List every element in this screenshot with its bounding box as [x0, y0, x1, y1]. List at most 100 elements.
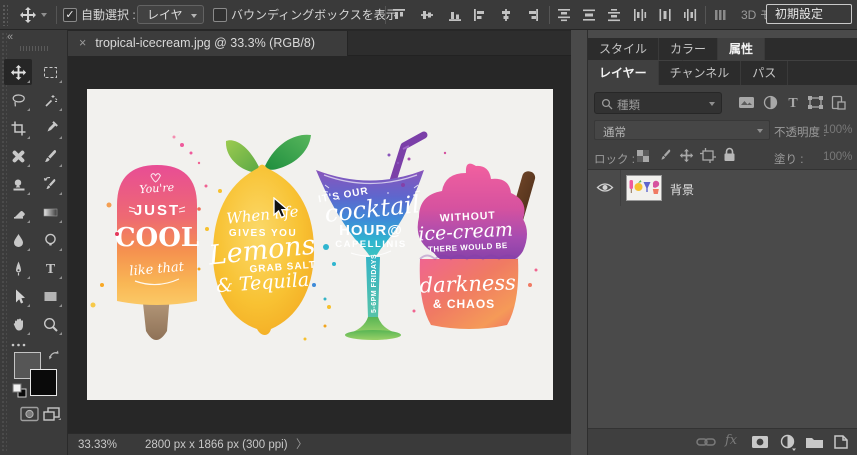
tab-close-icon[interactable]: × — [68, 36, 95, 50]
history-brush-tool[interactable] — [36, 171, 64, 197]
layer-filter-search[interactable]: 種類 — [594, 92, 722, 114]
dodge-tool[interactable] — [36, 227, 64, 253]
type-tool[interactable]: T — [36, 255, 64, 281]
fill-label: 塗り : — [774, 151, 803, 167]
tab-paths[interactable]: パス — [741, 61, 788, 85]
layer-style-fx-icon[interactable]: fx — [725, 433, 737, 448]
bounding-box-checkbox[interactable] — [213, 8, 227, 22]
zoom-level[interactable]: 33.33% — [78, 434, 117, 455]
blur-tool[interactable] — [4, 227, 32, 253]
toolbar-grip[interactable] — [20, 46, 50, 51]
document-tab-bar: ×tropical-icecream.jpg @ 33.3% (RGB/8) — [68, 31, 571, 56]
cocktail-illustration: IT'S OUR cocktail HOUR@ CAPELLINIS 5-6PM… — [312, 135, 434, 340]
path-select-tool[interactable] — [4, 283, 32, 309]
photoshop-window: ✓ 自動選択 : レイヤー バウンディングボックスを表示 3D モ 初期設定 « — [0, 0, 857, 455]
magic-wand-tool[interactable] — [36, 87, 64, 113]
layer-name[interactable]: 背景 — [670, 181, 694, 198]
layer-thumbnail[interactable] — [626, 175, 662, 201]
eraser-tool[interactable] — [4, 199, 32, 225]
new-layer-icon[interactable] — [833, 434, 849, 450]
panel-tabs-layers: レイヤーチャンネルパス — [588, 61, 857, 85]
crop-tool[interactable] — [4, 115, 32, 141]
gradient-tool[interactable] — [36, 199, 64, 225]
move-tool-icon[interactable] — [19, 6, 37, 29]
svg-text:T: T — [788, 96, 798, 110]
fill-value[interactable]: 100% — [823, 151, 852, 163]
lasso-tool[interactable] — [4, 87, 32, 113]
filter-image-icon[interactable] — [738, 95, 755, 115]
layer-row-background[interactable]: 背景 — [588, 170, 857, 206]
lemon-illustration: When life GIVES YOU Lemons GRAB SALT & T… — [198, 135, 332, 341]
distribute-spacing-icon[interactable] — [712, 7, 728, 23]
filter-kind-chevron-icon — [709, 102, 715, 106]
auto-select-checkbox[interactable]: ✓ — [63, 8, 77, 22]
tab-color[interactable]: カラー — [659, 38, 718, 60]
popsicle-illustration: You're JUST COOL like that — [91, 136, 208, 341]
document-area: ×tropical-icecream.jpg @ 33.3% (RGB/8) — [68, 30, 571, 455]
lock-artboard-icon[interactable] — [700, 148, 716, 168]
move-tool[interactable] — [4, 59, 32, 85]
align-horizontal-center-icon[interactable] — [498, 7, 514, 23]
distribute-bottom-icon[interactable] — [606, 7, 622, 23]
distribute-vertical-center-icon[interactable] — [581, 7, 597, 23]
lock-pixels-icon[interactable] — [658, 148, 673, 168]
clone-stamp-tool[interactable] — [4, 171, 32, 197]
lock-position-icon[interactable] — [679, 148, 694, 168]
canvas[interactable]: You're JUST COOL like that — [87, 89, 553, 400]
blend-mode-dropdown[interactable]: 通常 — [594, 120, 770, 140]
lock-transparent-icon[interactable] — [636, 149, 650, 168]
filter-shape-icon[interactable] — [807, 95, 824, 115]
document-status-bar: 33.33% 2800 px x 1866 px (300 ppi) 〉 — [68, 433, 571, 455]
tab-layers[interactable]: レイヤー — [588, 61, 659, 85]
svg-text:CAPELLINIS: CAPELLINIS — [335, 239, 406, 250]
auto-select-dropdown[interactable]: レイヤー — [137, 5, 204, 24]
svg-text:HOUR@: HOUR@ — [339, 222, 403, 239]
align-vertical-center-icon[interactable] — [419, 7, 435, 23]
tools-panel: « T — [0, 30, 68, 455]
svg-text:COOL: COOL — [115, 223, 199, 253]
distribute-right-icon[interactable] — [682, 7, 698, 23]
3d-preset-field[interactable]: 初期設定 — [766, 4, 852, 24]
align-bottom-icon[interactable] — [447, 7, 463, 23]
default-colors-icon[interactable] — [12, 383, 27, 403]
tab-properties[interactable]: 属性 — [718, 38, 765, 60]
opacity-value[interactable]: 100% — [823, 124, 852, 136]
lock-all-icon[interactable] — [723, 147, 736, 167]
hand-tool[interactable] — [4, 311, 32, 337]
document-tab[interactable]: ×tropical-icecream.jpg @ 33.3% (RGB/8) — [68, 31, 348, 56]
add-mask-icon[interactable] — [751, 435, 769, 449]
eyedropper-tool[interactable] — [36, 115, 64, 141]
distribute-top-icon[interactable] — [556, 7, 572, 23]
healing-brush-tool[interactable] — [4, 143, 32, 169]
layers-list — [588, 170, 857, 428]
new-group-folder-icon[interactable] — [805, 435, 824, 449]
link-layers-icon[interactable] — [696, 436, 716, 448]
collapse-panel-icon[interactable]: « — [7, 31, 13, 43]
distribute-left-icon[interactable] — [632, 7, 648, 23]
filter-adjustment-icon[interactable] — [763, 95, 778, 115]
layer-visibility-eye-icon[interactable] — [596, 181, 614, 194]
panel-grip[interactable] — [2, 4, 8, 26]
swap-colors-icon[interactable] — [47, 349, 61, 367]
shape-tool[interactable] — [36, 283, 64, 309]
distribute-horizontal-center-icon[interactable] — [657, 7, 673, 23]
filter-type-icon[interactable]: T — [786, 94, 800, 115]
align-top-icon[interactable] — [391, 7, 407, 23]
tool-preset-chevron-icon[interactable] — [41, 13, 47, 17]
quick-mask-icon[interactable] — [20, 406, 39, 427]
tab-channels[interactable]: チャンネル — [659, 61, 742, 85]
marquee-tool[interactable] — [36, 59, 64, 85]
filter-smart-object-icon[interactable] — [831, 95, 846, 115]
background-color-swatch[interactable] — [30, 369, 57, 396]
align-left-icon[interactable] — [472, 7, 488, 23]
new-adjustment-layer-icon[interactable] — [780, 434, 797, 451]
align-right-icon[interactable] — [524, 7, 540, 23]
pen-tool[interactable] — [4, 255, 32, 281]
layers-panel-footer: fx — [588, 428, 857, 455]
svg-text:5-6PM FRIDAYS: 5-6PM FRIDAYS — [371, 254, 378, 313]
zoom-tool[interactable] — [36, 311, 64, 337]
status-chevron-icon[interactable]: 〉 — [296, 434, 308, 455]
brush-tool[interactable] — [36, 143, 64, 169]
screen-mode-icon[interactable] — [42, 406, 62, 428]
tab-styles[interactable]: スタイル — [588, 38, 659, 60]
